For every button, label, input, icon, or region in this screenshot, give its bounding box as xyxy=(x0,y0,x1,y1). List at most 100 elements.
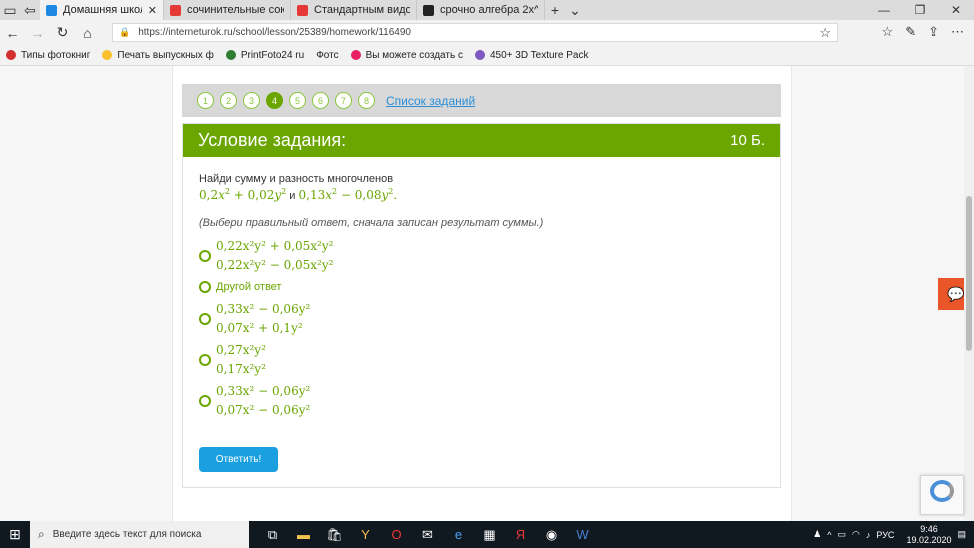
pager-item-4[interactable]: 4 xyxy=(266,92,283,109)
task-list-link[interactable]: Список заданий xyxy=(386,94,475,108)
poly1-coef-a: 0,2 xyxy=(199,188,219,202)
more-icon[interactable]: ⋯ xyxy=(951,24,964,40)
answer-option-2[interactable]: Другой ответ xyxy=(199,281,281,293)
favorite-star-icon[interactable]: ☆ xyxy=(819,25,831,41)
tab-0[interactable]: Домашняя школа Inter ✕ xyxy=(40,0,164,20)
maximize-icon[interactable]: ❐ xyxy=(902,0,938,20)
language-indicator[interactable]: РУС xyxy=(876,530,894,540)
bookmark-3[interactable]: Фотс xyxy=(316,50,338,61)
question-text: Найди сумму и разность многочленов xyxy=(199,173,394,185)
pager-item-8[interactable]: 8 xyxy=(358,92,375,109)
battery-icon[interactable]: ▭ xyxy=(838,529,847,540)
refresh-icon[interactable]: ↻ xyxy=(50,24,75,41)
steam-icon[interactable]: ◉ xyxy=(536,527,567,543)
forward-icon[interactable]: → xyxy=(25,25,50,41)
url-text: https://interneturok.ru/school/lesson/25… xyxy=(138,27,411,38)
back-icon[interactable]: ← xyxy=(0,25,25,41)
notifications-icon[interactable]: ▤ xyxy=(957,529,966,540)
address-bar: ← → ↻ ⌂ 🔒 https://interneturok.ru/school… xyxy=(0,20,974,45)
close-icon[interactable]: ✕ xyxy=(148,4,157,17)
tab-3[interactable]: срочно алгебра 2x^2-3x+5 xyxy=(417,0,545,20)
lock-icon: 🔒 xyxy=(119,27,131,37)
answer-option-4[interactable]: 0,27x²y² 0,17x²y² xyxy=(199,341,266,379)
close-window-icon[interactable]: ✕ xyxy=(938,0,974,20)
home-icon[interactable]: ⌂ xyxy=(75,25,100,41)
recaptcha-badge[interactable] xyxy=(920,475,964,515)
bookmark-label: Печать выпускных ф xyxy=(117,49,214,61)
tab-back-icon[interactable]: ⇦ xyxy=(20,2,40,19)
bookmark-2[interactable]: PrintFoto24 ru xyxy=(225,49,305,61)
folder-icon[interactable]: ▬ xyxy=(288,527,319,542)
yandex-browser-icon[interactable]: Я xyxy=(505,527,536,542)
submit-button[interactable]: Ответить! xyxy=(199,447,278,472)
option-line: 0,07x² − 0,06y² xyxy=(216,403,311,417)
yandex-icon[interactable]: Y xyxy=(350,527,381,542)
tray-arrow-icon[interactable]: ^ xyxy=(827,530,831,540)
tab-1[interactable]: сочинительные союзы — Я xyxy=(164,0,291,20)
pager-item-6[interactable]: 6 xyxy=(312,92,329,109)
bookmark-5[interactable]: 450+ 3D Texture Pack xyxy=(474,49,589,61)
answer-option-3[interactable]: 0,33x² − 0,06y² 0,07x² + 0,1y² xyxy=(199,300,310,338)
url-field[interactable]: 🔒 https://interneturok.ru/school/lesson/… xyxy=(112,23,838,42)
store-icon[interactable]: 🛍 xyxy=(319,527,350,543)
tab-favicon-icon xyxy=(423,4,434,16)
tab-menu-button[interactable]: ⌄ xyxy=(565,2,585,19)
bookmark-4[interactable]: Вы можете создать с xyxy=(350,50,463,61)
system-tray: ♟ ^ ▭ ◠ ♪ РУС 9:46 19.02.2020 ▤ xyxy=(813,521,966,548)
minimize-icon[interactable]: — xyxy=(866,0,902,20)
option-line: Другой ответ xyxy=(216,281,282,293)
task-card: Условие задания: 10 Б. Найди сумму и раз… xyxy=(182,123,781,488)
wifi-icon[interactable]: ◠ xyxy=(852,529,860,540)
calculator-icon[interactable]: ▦ xyxy=(474,527,505,543)
taskbar-search[interactable]: ⌕ Введите здесь текст для поиска xyxy=(30,521,249,548)
tab-label: Стандартным видом много xyxy=(314,4,410,16)
browser-tools: ☆ ✎ ⇪ ⋯ xyxy=(882,24,964,40)
pen-icon[interactable]: ✎ xyxy=(905,24,916,40)
option-line: 0,22x²y² − 0,05x²y² xyxy=(216,258,334,272)
tab-2[interactable]: Стандартным видом много xyxy=(291,0,417,20)
opera-icon[interactable]: O xyxy=(381,527,412,542)
recaptcha-icon xyxy=(930,480,954,502)
answer-option-1[interactable]: 0,22x²y² + 0,05x²y² 0,22x²y² − 0,05x²y² xyxy=(199,237,333,275)
task-points: 10 Б. xyxy=(730,132,765,149)
share-icon[interactable]: ⇪ xyxy=(928,24,939,40)
tab-actions-icon[interactable]: ▭ xyxy=(0,2,20,19)
favorites-icon[interactable]: ☆ xyxy=(882,24,894,40)
task-view-icon[interactable]: ⧉ xyxy=(257,527,288,543)
bookmark-0[interactable]: Типы фотокниг xyxy=(6,50,90,61)
bookmark-icon xyxy=(102,50,113,60)
poly2-coef-b: − 0,08 xyxy=(337,188,382,202)
mail-icon[interactable]: ✉ xyxy=(412,527,443,543)
pager-item-1[interactable]: 1 xyxy=(197,92,214,109)
answer-option-5[interactable]: 0,33x² − 0,06y² 0,07x² − 0,06y² xyxy=(199,382,310,420)
new-tab-button[interactable]: + xyxy=(545,2,565,18)
bookmark-label: 450+ 3D Texture Pack xyxy=(489,49,589,61)
pager-item-5[interactable]: 5 xyxy=(289,92,306,109)
people-icon[interactable]: ♟ xyxy=(813,529,821,540)
edge-icon[interactable]: e xyxy=(443,527,474,542)
word-icon[interactable]: W xyxy=(567,527,598,542)
bookmark-1[interactable]: Печать выпускных ф xyxy=(102,49,214,61)
pager-item-7[interactable]: 7 xyxy=(335,92,352,109)
bookmark-icon xyxy=(474,50,485,60)
radio-button[interactable] xyxy=(199,354,211,366)
poly1-coef-b: + 0,02 xyxy=(229,188,275,202)
bookmark-label: PrintFoto24 ru xyxy=(240,49,305,61)
radio-button[interactable] xyxy=(199,313,211,325)
pager-item-2[interactable]: 2 xyxy=(220,92,237,109)
option-line: 0,22x²y² + 0,05x²y² xyxy=(216,239,334,253)
windows-start-icon[interactable]: ⊞ xyxy=(0,526,30,543)
scrollbar[interactable] xyxy=(964,66,974,521)
pager-item-3[interactable]: 3 xyxy=(243,92,260,109)
tab-favicon-icon xyxy=(170,4,181,16)
clock[interactable]: 9:46 19.02.2020 xyxy=(906,524,951,546)
tab-favicon-icon xyxy=(46,4,57,16)
clock-time: 9:46 xyxy=(920,523,938,534)
radio-button[interactable] xyxy=(199,250,211,262)
scrollbar-thumb[interactable] xyxy=(966,196,972,351)
radio-button[interactable] xyxy=(199,281,211,293)
radio-button[interactable] xyxy=(199,395,211,407)
search-icon: ⌕ xyxy=(38,527,45,541)
taskbar: ⊞ ⌕ Введите здесь текст для поиска ⧉ ▬ 🛍… xyxy=(0,521,974,548)
volume-icon[interactable]: ♪ xyxy=(866,530,871,540)
